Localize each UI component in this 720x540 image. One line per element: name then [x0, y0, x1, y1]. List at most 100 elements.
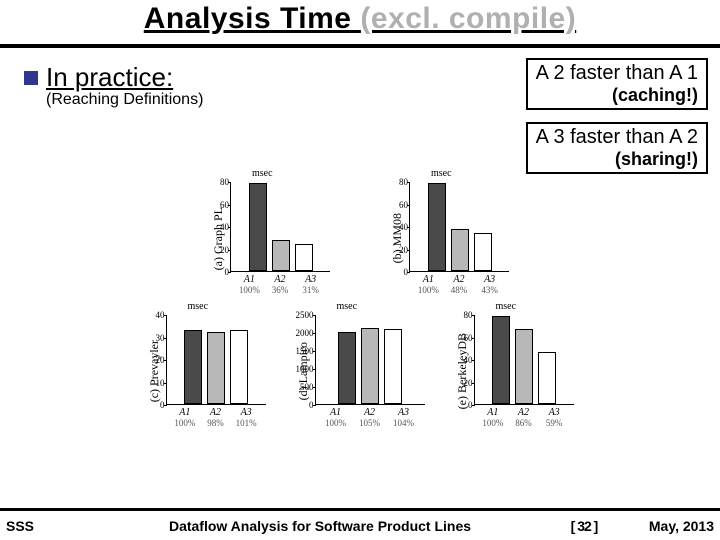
bar-A2 — [207, 332, 225, 404]
bar-A3 — [474, 233, 492, 271]
x-labels: A1A2A3 — [474, 407, 574, 418]
axis-unit: msec — [188, 301, 209, 312]
y-ticks: 020406080 — [207, 182, 229, 271]
bar-A2 — [361, 328, 379, 404]
bar-A1 — [428, 183, 446, 271]
heading-sub: (Reaching Definitions) — [46, 91, 203, 109]
y-tick-label: 60 — [207, 201, 229, 210]
y-tick-label: 20 — [386, 246, 408, 255]
percent-label: 31% — [300, 285, 322, 295]
axis-unit: msec — [337, 301, 358, 312]
chart-b: (b) MM08msec020406080A1A2A3100%48%43% — [390, 182, 509, 295]
x-labels: A1 A2 A3 — [166, 407, 266, 418]
x-label: A3 — [395, 407, 413, 418]
x-label: A2 — [514, 407, 532, 418]
x-labels: A1A2A3 — [315, 407, 425, 418]
percent-label: 100% — [238, 285, 260, 295]
x-label: A3 — [237, 407, 255, 418]
chart-row-2: (c) Prevaylermsec010203040A1A2A3100%98%1… — [20, 315, 700, 428]
y-tick-label: 2500 — [292, 311, 314, 320]
chart-d: (d) Lampiromsec05001000150020002500A1A2A… — [296, 315, 425, 428]
callout-line: A 2 faster than A 1 — [536, 62, 698, 85]
y-ticks: 05001000150020002500 — [292, 315, 314, 404]
bar-A2 — [272, 240, 290, 272]
bar-A1 — [492, 316, 510, 404]
percent-label: 98% — [204, 418, 226, 428]
footer: SSS Dataflow Analysis for Software Produ… — [0, 508, 720, 540]
chart-row-1: (a) Graph PLmsec020406080A1A2A3100%36%31… — [20, 182, 700, 295]
y-ticks: 020406080 — [386, 182, 408, 271]
y-tick-label: 0 — [451, 401, 473, 410]
axis-box: 010203040 — [166, 315, 266, 405]
y-tick-label: 80 — [451, 311, 473, 320]
percent-label: 86% — [512, 418, 534, 428]
x-label: A1 — [240, 274, 258, 285]
x-label: A1 — [484, 407, 502, 418]
y-tick-label: 80 — [386, 178, 408, 187]
y-tick-label: 40 — [386, 223, 408, 232]
percent-row: 100%105%104% — [315, 418, 425, 428]
percent-label: 104% — [393, 418, 415, 428]
callout-tag: (caching!) — [536, 85, 698, 106]
axis-unit: msec — [496, 301, 517, 312]
x-label: A2 — [206, 407, 224, 418]
percent-label: 100% — [482, 418, 504, 428]
callout-tag: (sharing!) — [536, 149, 698, 170]
bars-group — [316, 315, 425, 404]
callout-a3-vs-a2: A 3 faster than A 2 (sharing!) — [526, 122, 708, 174]
chart-e: (e) BerkeleyDBmsec020406080A1A2A3100%86%… — [455, 315, 574, 428]
charts-area: (a) Graph PLmsec020406080A1A2A3100%36%31… — [20, 182, 700, 428]
y-tick-label: 60 — [386, 201, 408, 210]
percent-label: 48% — [448, 285, 470, 295]
callout-line: A 3 faster than A 2 — [536, 126, 698, 149]
y-tick-label: 40 — [143, 311, 165, 320]
y-tick-label: 0 — [386, 268, 408, 277]
x-labels: A1A2A3 — [409, 274, 509, 285]
bar-A3 — [384, 329, 402, 404]
x-label: A2 — [271, 274, 289, 285]
bar-A1 — [338, 332, 356, 404]
percent-label: 36% — [269, 285, 291, 295]
title-main: Analysis Time — [144, 2, 352, 35]
y-ticks: 020406080 — [451, 315, 473, 404]
percent-row: 100% 36% 31% — [230, 285, 330, 295]
bar-A3 — [230, 330, 248, 404]
bars-group — [410, 182, 509, 271]
slide: Analysis Time (excl. compile) In practic… — [0, 0, 720, 540]
chart-plot: msec020406080A1A2A3100%86%59% — [474, 315, 574, 428]
x-label: A2 — [450, 274, 468, 285]
chart-plot: msec020406080A1A2A3100%36%31% — [230, 182, 330, 295]
y-tick-label: 10 — [143, 379, 165, 388]
callout-a2-vs-a1: A 2 faster than A 1 (caching!) — [526, 58, 708, 110]
axis-unit: msec — [431, 168, 452, 179]
slide-title: Analysis Time (excl. compile) — [0, 0, 720, 48]
y-ticks: 010203040 — [143, 315, 165, 404]
chart-c: (c) Prevaylermsec010203040A1A2A3100%98%1… — [147, 315, 266, 428]
bar-A3 — [538, 352, 556, 404]
axis-box: 020406080 — [230, 182, 330, 272]
x-label: A1 — [327, 407, 345, 418]
axis-box: 05001000150020002500 — [315, 315, 425, 405]
y-tick-label: 1000 — [292, 365, 314, 374]
y-tick-label: 60 — [451, 334, 473, 343]
y-tick-label: 20 — [207, 246, 229, 255]
percent-row: 100%48%43% — [409, 285, 509, 295]
y-tick-label: 500 — [292, 383, 314, 392]
y-tick-label: 0 — [292, 401, 314, 410]
axis-box: 020406080 — [409, 182, 509, 272]
x-label: A3 — [302, 274, 320, 285]
y-tick-label: 2000 — [292, 329, 314, 338]
y-tick-label: 20 — [451, 379, 473, 388]
percent-label: 100% — [174, 418, 196, 428]
bullet-square-icon — [24, 71, 38, 85]
percent-row: 100%98%101% — [166, 418, 266, 428]
bar-A1 — [184, 330, 202, 404]
x-labels: A1 A2 A3 — [230, 274, 330, 285]
footer-page: [ 32 ] — [554, 518, 614, 534]
chart-plot: msec020406080A1A2A3100%48%43% — [409, 182, 509, 295]
y-tick-label: 30 — [143, 334, 165, 343]
heading-main: In practice: — [46, 62, 173, 93]
x-label: A1 — [176, 407, 194, 418]
footer-center: Dataflow Analysis for Software Product L… — [86, 518, 554, 534]
percent-label: 100% — [325, 418, 347, 428]
